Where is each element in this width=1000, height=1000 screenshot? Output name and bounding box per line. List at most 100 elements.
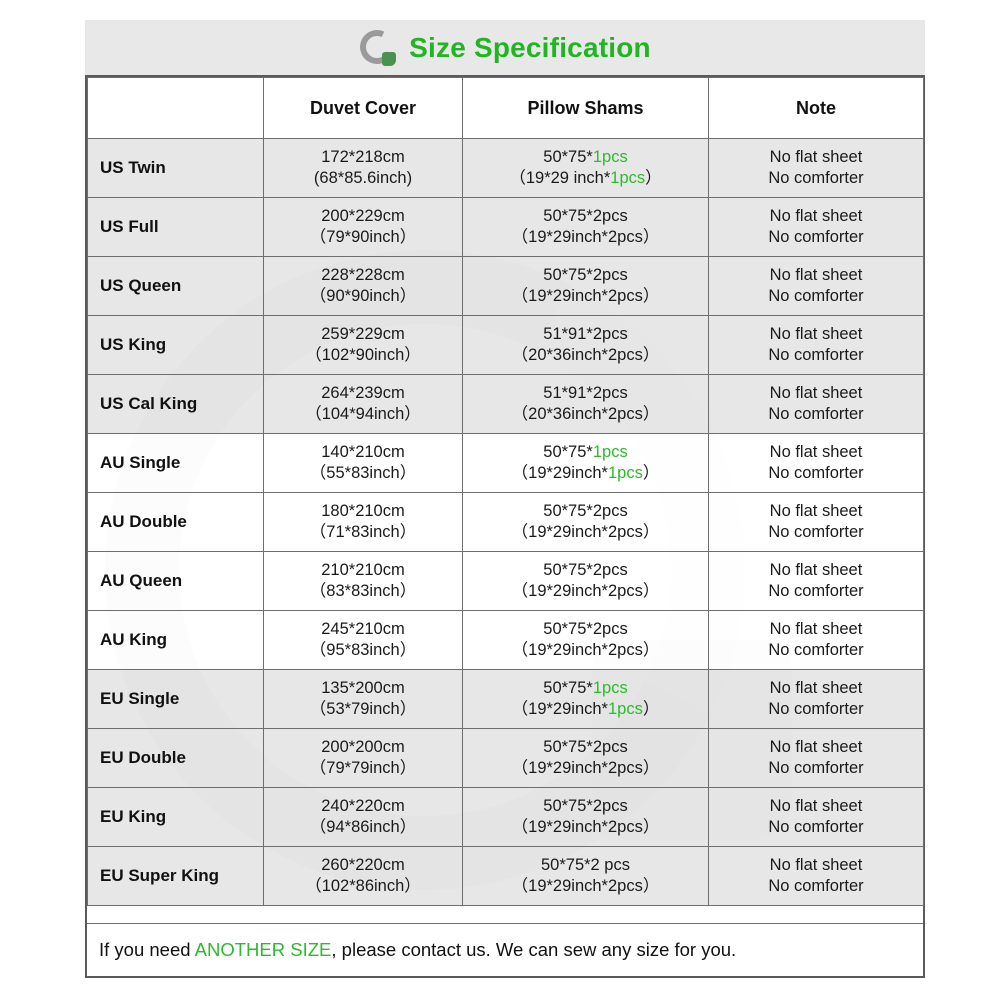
sham-cm: 51*91*2pcs bbox=[463, 383, 708, 404]
column-header-duvet-cover: Duvet Cover bbox=[263, 77, 463, 139]
cell-note: No flat sheet No comforter bbox=[708, 551, 924, 611]
duvet-cm: 172*218cm bbox=[321, 147, 405, 166]
duvet-inch: （102*86inch） bbox=[305, 877, 421, 895]
cell-duvet-cover: 260*220cm （102*86inch） bbox=[263, 846, 463, 906]
sham-cm-prefix: 50*75* bbox=[543, 737, 593, 756]
sham-inch-suffix: ） bbox=[642, 523, 660, 541]
sham-cm-qty: 2pcs bbox=[592, 619, 628, 638]
note-line-1: No flat sheet bbox=[769, 737, 863, 756]
cell-pillow-shams: 51*91*2pcs （20*36inch*2pcs） bbox=[462, 374, 709, 434]
sham-inch-suffix: ） bbox=[642, 228, 660, 246]
note-line-1: No flat sheet bbox=[769, 855, 863, 874]
table-header-row: Duvet Cover Pillow Shams Note bbox=[87, 77, 924, 139]
duvet-inch: (68*85.6inch) bbox=[313, 169, 413, 187]
table-row: US Queen 228*228cm （90*90inch） 50*75*2pcs （1… bbox=[87, 256, 924, 316]
table-row: AU Double 180*210cm （71*83inch） 50*75*2pcs （… bbox=[87, 492, 924, 552]
sham-cm: 51*91*2pcs bbox=[463, 324, 708, 345]
column-header-blank bbox=[87, 77, 264, 139]
size-specification-table: Duvet Cover Pillow Shams Note US Twin 172… bbox=[87, 77, 924, 906]
cell-note: No flat sheet No comforter bbox=[708, 787, 924, 847]
sham-cm: 50*75*1pcs bbox=[463, 442, 708, 463]
sham-inch-qty: 1pcs bbox=[607, 464, 643, 482]
row-size-name: EU Double bbox=[87, 728, 264, 788]
cell-duvet-cover: 240*220cm （94*86inch） bbox=[263, 787, 463, 847]
cell-note: No flat sheet No comforter bbox=[708, 374, 924, 434]
cell-duvet-cover: 200*229cm （79*90inch） bbox=[263, 197, 463, 257]
sham-inch-prefix: （19*29inch* bbox=[511, 641, 608, 659]
note-line-1: No flat sheet bbox=[769, 442, 863, 461]
sham-inch: （19*29inch*2pcs） bbox=[463, 640, 708, 661]
cell-duvet-cover: 228*228cm （90*90inch） bbox=[263, 256, 463, 316]
sham-inch-qty: 2pcs bbox=[607, 346, 643, 364]
duvet-cm: 200*229cm bbox=[321, 206, 405, 225]
sham-cm-prefix: 50*75* bbox=[543, 796, 593, 815]
sham-inch-suffix: ） bbox=[642, 464, 660, 482]
note-line-2: No comforter bbox=[768, 759, 864, 777]
sham-inch: （20*36inch*2pcs） bbox=[463, 345, 708, 366]
sham-inch-suffix: ） bbox=[645, 169, 662, 187]
row-size-name: US Cal King bbox=[87, 374, 264, 434]
table-row: EU Super King 260*220cm （102*86inch） 50*75*… bbox=[87, 846, 924, 906]
note-line-1: No flat sheet bbox=[769, 383, 863, 402]
row-size-name: US Full bbox=[87, 197, 264, 257]
sham-cm-qty: 2pcs bbox=[592, 383, 628, 402]
sham-cm-qty: 1pcs bbox=[592, 147, 628, 166]
sham-inch-prefix: （20*36inch* bbox=[511, 405, 608, 423]
sham-inch-suffix: ） bbox=[642, 700, 660, 718]
sham-cm-qty: 2pcs bbox=[592, 796, 628, 815]
sham-cm-prefix: 51*91* bbox=[543, 383, 593, 402]
duvet-inch: （79*90inch） bbox=[309, 228, 417, 246]
cell-pillow-shams: 50*75*1pcs （19*29 inch*1pcs） bbox=[462, 138, 709, 198]
sham-inch-prefix: （19*29 inch* bbox=[509, 169, 611, 187]
sham-inch-prefix: （20*36inch* bbox=[511, 346, 608, 364]
sham-cm-qty: 2pcs bbox=[592, 737, 628, 756]
sham-inch: （19*29inch*2pcs） bbox=[463, 817, 708, 838]
sham-inch-prefix: （19*29inch* bbox=[511, 818, 608, 836]
sham-inch-qty: 2pcs bbox=[607, 582, 643, 600]
row-size-name: US Twin bbox=[87, 138, 264, 198]
table-body: US Twin 172*218cm (68*85.6inch) 50*75*1pcs （… bbox=[87, 138, 924, 906]
sham-cm-qty: 2pcs bbox=[592, 560, 628, 579]
sham-inch-prefix: （19*29inch* bbox=[511, 287, 608, 305]
row-size-name: US King bbox=[87, 315, 264, 375]
duvet-cm: 260*220cm bbox=[321, 855, 405, 874]
cell-note: No flat sheet No comforter bbox=[708, 315, 924, 375]
row-size-name: EU Super King bbox=[87, 846, 264, 906]
sham-inch-qty: 2pcs bbox=[607, 287, 643, 305]
sham-cm: 50*75*2pcs bbox=[463, 619, 708, 640]
sham-inch-qty: 2pcs bbox=[607, 818, 643, 836]
note-line-2: No comforter bbox=[768, 641, 864, 659]
sham-cm: 50*75*2pcs bbox=[463, 265, 708, 286]
sham-inch-qty: 2pcs bbox=[607, 405, 643, 423]
row-size-name: AU King bbox=[87, 610, 264, 670]
cell-duvet-cover: 140*210cm （55*83inch） bbox=[263, 433, 463, 493]
sham-inch: （19*29inch*1pcs） bbox=[463, 699, 708, 720]
sham-inch: （19*29inch*2pcs） bbox=[463, 876, 708, 897]
row-size-name: EU King bbox=[87, 787, 264, 847]
note-line-2: No comforter bbox=[768, 287, 864, 305]
note-line-2: No comforter bbox=[768, 582, 864, 600]
duvet-inch: （53*79inch） bbox=[309, 700, 417, 718]
duvet-inch: （83*83inch） bbox=[309, 582, 417, 600]
cell-pillow-shams: 50*75*2 pcs （19*29inch*2pcs） bbox=[462, 846, 709, 906]
duvet-cm: 240*220cm bbox=[321, 796, 405, 815]
table-row: EU King 240*220cm （94*86inch） 50*75*2pcs （19… bbox=[87, 787, 924, 847]
sham-cm: 50*75*2pcs bbox=[463, 206, 708, 227]
sham-inch-qty: 2pcs bbox=[607, 228, 643, 246]
table-row: US Cal King 264*239cm （104*94inch） 51*91*2p… bbox=[87, 374, 924, 434]
duvet-cm: 210*210cm bbox=[321, 560, 405, 579]
table-row: AU Queen 210*210cm （83*83inch） 50*75*2pcs （1… bbox=[87, 551, 924, 611]
cell-pillow-shams: 50*75*2pcs （19*29inch*2pcs） bbox=[462, 197, 709, 257]
duvet-cm: 259*229cm bbox=[321, 324, 405, 343]
sham-inch-suffix: ） bbox=[642, 582, 660, 600]
row-size-name: AU Queen bbox=[87, 551, 264, 611]
note-line-1: No flat sheet bbox=[769, 678, 863, 697]
row-size-name: EU Single bbox=[87, 669, 264, 729]
footer-note: If you need ANOTHER SIZE, please contact… bbox=[87, 923, 923, 976]
cell-duvet-cover: 210*210cm （83*83inch） bbox=[263, 551, 463, 611]
sham-cm-qty: 2pcs bbox=[592, 265, 628, 284]
duvet-inch: （71*83inch） bbox=[309, 523, 417, 541]
row-size-name: AU Double bbox=[87, 492, 264, 552]
sham-cm-prefix: 50*75* bbox=[543, 265, 593, 284]
duvet-inch: （102*90inch） bbox=[305, 346, 421, 364]
